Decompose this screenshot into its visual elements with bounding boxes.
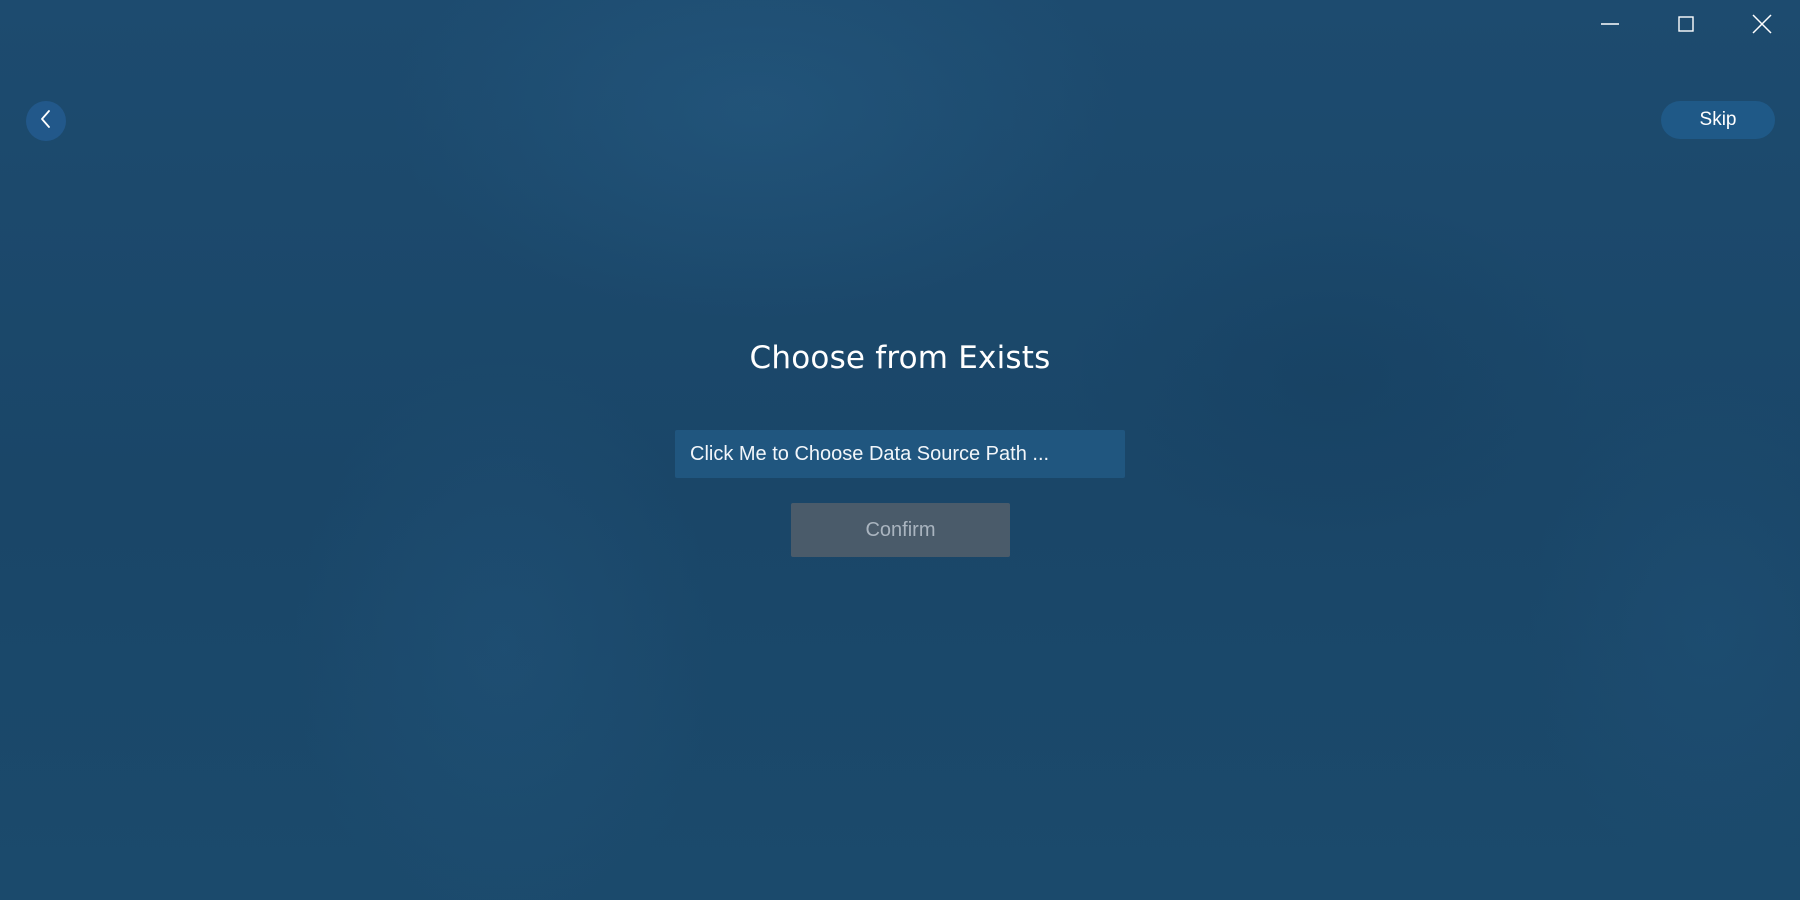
minimize-button[interactable] — [1572, 0, 1648, 48]
close-icon — [1751, 13, 1773, 35]
maximize-button[interactable] — [1648, 0, 1724, 48]
back-button[interactable] — [26, 101, 66, 141]
data-source-path-chooser[interactable]: Click Me to Choose Data Source Path ... — [675, 430, 1125, 478]
page-title: Choose from Exists — [749, 340, 1051, 376]
confirm-button[interactable]: Confirm — [791, 503, 1010, 557]
maximize-icon — [1676, 14, 1696, 34]
chevron-left-icon — [39, 109, 53, 134]
skip-button[interactable]: Skip — [1661, 101, 1775, 139]
close-button[interactable] — [1724, 0, 1800, 48]
path-chooser-label: Click Me to Choose Data Source Path ... — [690, 442, 1050, 465]
window-controls — [1572, 0, 1800, 48]
minimize-icon — [1600, 14, 1620, 34]
